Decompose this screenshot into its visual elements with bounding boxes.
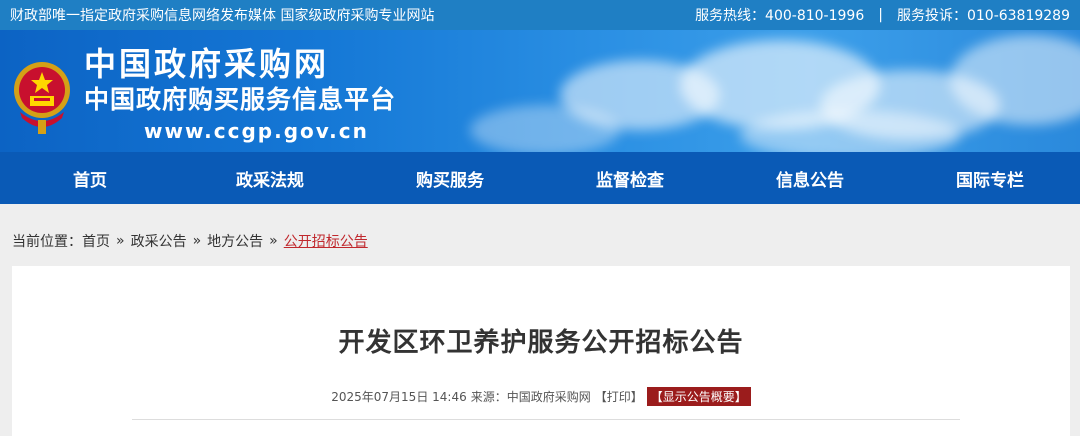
site-banner: 中国政府采购网 中国政府购买服务信息平台 www.ccgp.gov.cn bbox=[0, 30, 1080, 152]
breadcrumb-current[interactable]: 公开招标公告 bbox=[284, 231, 368, 251]
print-button[interactable]: 【打印】 bbox=[595, 388, 643, 405]
complaint-hotline: 服务投诉：010-63819289 bbox=[896, 8, 1070, 24]
article-datetime: 2025年07月15日 14:46 bbox=[331, 390, 467, 404]
article-source: 来源：中国政府采购网 bbox=[470, 390, 591, 404]
cloud-decoration bbox=[740, 110, 960, 152]
breadcrumb-home[interactable]: 首页 bbox=[82, 231, 110, 251]
logo-title: 中国政府采购网 bbox=[84, 45, 330, 83]
main-nav: 首页 政采法规 购买服务 监督检查 信息公告 国际专栏 bbox=[0, 152, 1080, 204]
breadcrumb: 当前位置： 首页 » 政采公告 » 地方公告 » 公开招标公告 bbox=[0, 204, 1080, 266]
breadcrumb-arrow: » bbox=[269, 233, 278, 249]
breadcrumb-procurement[interactable]: 政采公告 bbox=[131, 231, 187, 251]
contact-info: 服务热线：400-810-1996 | 服务投诉：010-63819289 bbox=[695, 5, 1070, 25]
logo-subtitle: 中国政府购买服务信息平台 bbox=[84, 85, 397, 114]
breadcrumb-prefix: 当前位置： bbox=[12, 234, 82, 250]
breadcrumb-arrow: » bbox=[192, 233, 202, 249]
top-info-bar: 财政部唯一指定政府采购信息网络发布媒体 国家级政府采购专业网站 服务热线：400… bbox=[0, 0, 1080, 30]
service-hotline: 服务热线：400-810-1996 bbox=[695, 8, 865, 24]
nav-item-supervision[interactable]: 监督检查 bbox=[540, 166, 720, 191]
nav-item-home[interactable]: 首页 bbox=[0, 166, 180, 191]
article-meta: 2025年07月15日 14:46 来源：中国政府采购网 【打印】 【显示公告概… bbox=[12, 387, 1070, 406]
show-summary-button[interactable]: 【显示公告概要】 bbox=[646, 387, 751, 406]
logo-url: www.ccgp.gov.cn bbox=[144, 119, 369, 143]
article-panel: 开发区环卫养护服务公开招标公告 2025年07月15日 14:46 来源：中国政… bbox=[12, 266, 1070, 436]
cloud-decoration bbox=[470, 105, 620, 152]
site-slogan: 财政部唯一指定政府采购信息网络发布媒体 国家级政府采购专业网站 bbox=[10, 8, 435, 24]
separator: | bbox=[878, 7, 883, 23]
nav-item-regulations[interactable]: 政采法规 bbox=[180, 166, 360, 191]
national-emblem-icon[interactable] bbox=[12, 52, 72, 142]
nav-item-announcements[interactable]: 信息公告 bbox=[720, 166, 900, 191]
article-title: 开发区环卫养护服务公开招标公告 bbox=[338, 328, 744, 358]
breadcrumb-local[interactable]: 地方公告 bbox=[207, 231, 263, 251]
site-logo[interactable]: 中国政府采购网 中国政府购买服务信息平台 www.ccgp.gov.cn bbox=[84, 44, 396, 146]
divider bbox=[132, 419, 960, 420]
nav-item-international[interactable]: 国际专栏 bbox=[900, 166, 1080, 191]
breadcrumb-arrow: » bbox=[116, 233, 125, 249]
nav-item-purchase-services[interactable]: 购买服务 bbox=[360, 166, 540, 191]
